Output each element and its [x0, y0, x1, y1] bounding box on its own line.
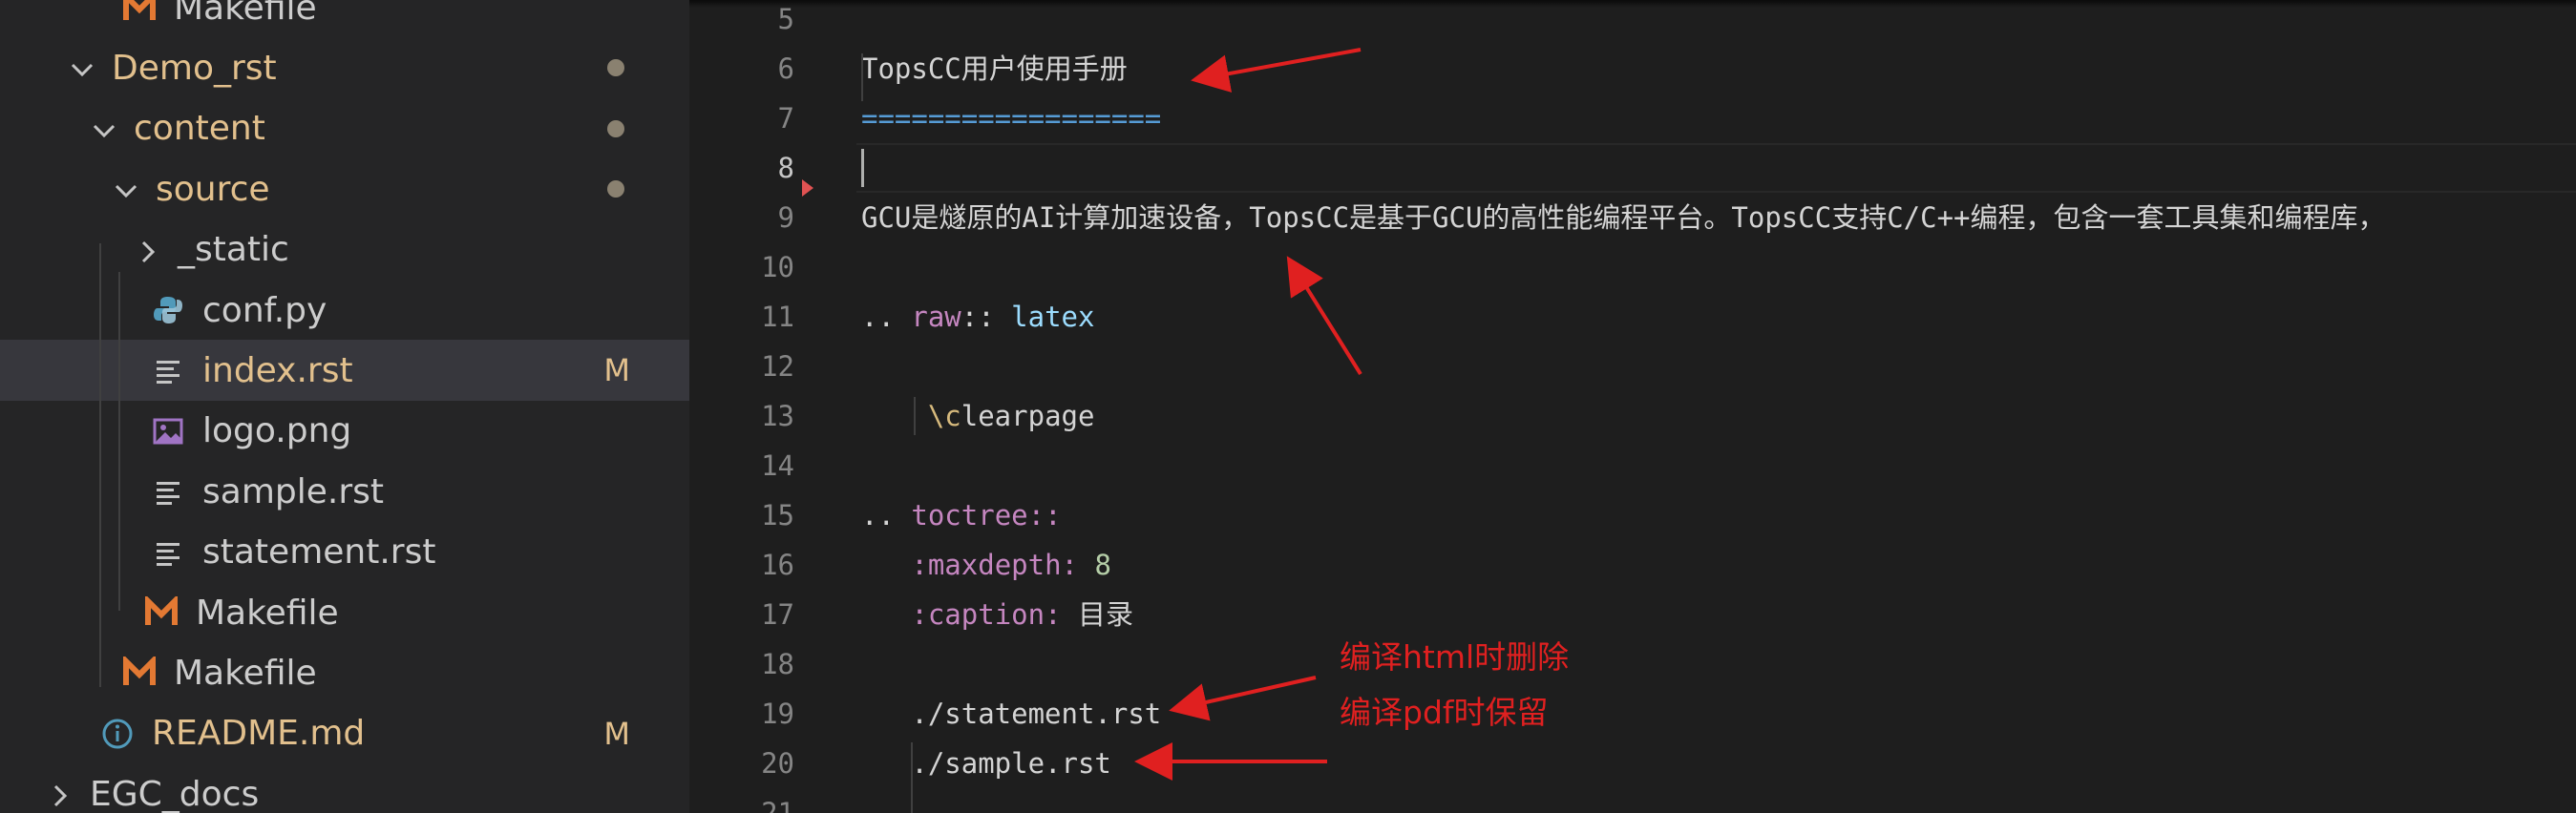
tree-item-label: Makefile — [174, 0, 317, 28]
tree-item-readme-md[interactable]: README.md M — [0, 703, 689, 764]
tree-item-logo-png[interactable]: logo.png — [0, 401, 689, 462]
text-file-icon — [151, 535, 185, 570]
tree-item-egc-docs[interactable]: EGC_docs — [0, 763, 689, 813]
tree-item-label: Makefile — [196, 593, 339, 633]
makefile-icon — [122, 0, 157, 25]
tree-item-label: Demo_rst — [112, 48, 277, 88]
modified-dot-icon — [607, 98, 630, 159]
tree-item--static[interactable]: _static — [0, 219, 689, 281]
tree-item-source[interactable]: source — [0, 158, 689, 219]
tree-item-label: index.rst — [202, 350, 353, 390]
text-file-icon — [151, 474, 185, 509]
tree-item-statement-rst[interactable]: statement.rst — [0, 522, 689, 583]
chevron-down-icon[interactable] — [112, 175, 140, 203]
tree-item-demo-rst[interactable]: Demo_rst — [0, 37, 689, 98]
chevron-down-icon[interactable] — [68, 53, 96, 82]
tree-item-label: content — [134, 109, 265, 149]
tree-item-label: Makefile — [174, 653, 317, 693]
tree-item-sample-rst[interactable]: sample.rst — [0, 461, 689, 522]
tree-item-content[interactable]: content — [0, 98, 689, 159]
python-file-icon — [151, 293, 185, 327]
makefile-icon — [122, 656, 157, 690]
tree-item-label: EGC_docs — [90, 774, 260, 813]
makefile-icon — [144, 595, 179, 630]
explorer-sidebar: Makefile Demo_rstcontent source _staticconf… — [0, 0, 689, 813]
arrow-to-description — [1286, 256, 1362, 376]
tree-item-label: statement.rst — [202, 532, 436, 573]
tree-item-label: logo.png — [202, 411, 352, 451]
code-editor[interactable]: 5 6 TopsCC用户使用手册 7 ================== 8 9 GCU是燧… — [689, 0, 2576, 813]
indent-guide — [99, 243, 101, 687]
text-file-icon — [151, 353, 185, 387]
tree-item-label: conf.py — [202, 290, 327, 330]
chevron-right-icon[interactable] — [134, 236, 162, 264]
chevron-down-icon[interactable] — [90, 115, 118, 143]
tree-item-label: _static — [178, 230, 289, 270]
tree-item-makefile[interactable]: Makefile — [0, 642, 689, 703]
tree-item-label: source — [156, 169, 270, 209]
git-status-badge: M — [603, 352, 630, 389]
image-file-icon — [151, 414, 185, 448]
tree-item-label: README.md — [152, 714, 366, 754]
tree-item-makefile[interactable]: Makefile — [0, 582, 689, 643]
info-icon — [100, 717, 135, 751]
arrow-to-title — [1191, 48, 1362, 93]
chevron-right-icon[interactable] — [46, 780, 74, 808]
tree-item-makefile[interactable]: Makefile — [0, 0, 689, 38]
arrow-to-statement — [1169, 676, 1317, 721]
tree-item-label: sample.rst — [202, 471, 385, 511]
tree-item-index-rst[interactable]: index.rst M — [0, 340, 689, 402]
annotation-arrows — [1134, 48, 1362, 781]
modified-dot-icon — [607, 158, 630, 219]
modified-dot-icon — [607, 37, 630, 98]
indent-guide — [118, 272, 120, 611]
tree-item-conf-py[interactable]: conf.py — [0, 280, 689, 341]
git-status-badge: M — [603, 715, 630, 752]
